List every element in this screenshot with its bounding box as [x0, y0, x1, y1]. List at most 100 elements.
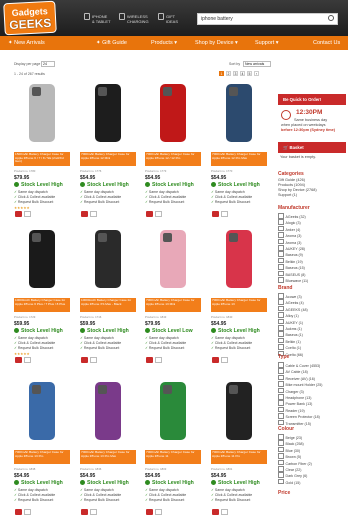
quantity-input[interactable]	[90, 211, 97, 217]
quantity-input[interactable]	[24, 357, 31, 363]
feature-bulk-discount[interactable]: Request Bulk Discount	[145, 200, 184, 204]
page-5[interactable]: 5	[247, 71, 252, 76]
product-title[interactable]: 7000mAh Battery Charger Case for Apple i…	[14, 450, 70, 464]
add-to-cart-button[interactable]	[146, 357, 153, 363]
product-card[interactable]: 10000mAh Battery Charger Case for Apple …	[79, 228, 137, 366]
type-filter[interactable]: Screen Protector (18)	[278, 413, 320, 419]
product-title[interactable]: 7000mAh Battery Charger Case for Apple i…	[80, 152, 136, 166]
type-filter[interactable]: Power Bank (13)	[278, 400, 313, 406]
quantity-input[interactable]	[155, 211, 162, 217]
display-per-page-select[interactable]: 24	[41, 61, 55, 67]
type-filter[interactable]: Transmitter (15)	[278, 420, 311, 426]
product-card[interactable]: 1500mAh Battery Charger Case for Apple i…	[13, 82, 71, 220]
manufacturer-filter[interactable]: AUKEY (28)	[278, 245, 306, 251]
feature-bulk-discount[interactable]: Request Bulk Discount	[211, 498, 250, 502]
product-image[interactable]	[214, 228, 264, 294]
gift-ideas-link[interactable]: GIFT IDEAS	[158, 13, 178, 24]
product-image[interactable]	[83, 380, 133, 446]
colour-filter[interactable]: Carbon Fiber (2)	[278, 460, 312, 466]
product-image[interactable]	[148, 82, 198, 148]
manufacturer-filter[interactable]: Anker (4)	[278, 226, 301, 232]
brand-filter[interactable]: Belkin (1)	[278, 338, 301, 344]
product-card[interactable]: 10000mAh Battery Charger Case for Apple …	[13, 228, 71, 366]
manufacturer-filter[interactable]: Belkin (19)	[278, 258, 303, 264]
add-to-cart-button[interactable]	[15, 211, 22, 217]
product-card[interactable]: 7000mAh Battery Charger Case for Apple i…	[13, 380, 71, 518]
page-4[interactable]: 4	[240, 71, 245, 76]
feature-bulk-discount[interactable]: Request Bulk Discount	[145, 346, 184, 350]
nav-new-arrivals[interactable]: ✦ New Arrivals	[8, 36, 45, 50]
product-title[interactable]: 7000mAh Battery Charger Case for Apple i…	[145, 450, 201, 464]
product-image[interactable]	[17, 228, 67, 294]
colour-filter[interactable]: Blue (30)	[278, 447, 301, 453]
product-title[interactable]: 10000mAh Battery Charger Case for Apple …	[14, 298, 70, 312]
product-card[interactable]: 7000mAh Battery Charger Case for Apple i…	[210, 228, 268, 366]
type-filter[interactable]: Charger (3)	[278, 388, 304, 394]
feature-bulk-discount[interactable]: Request Bulk Discount	[80, 200, 119, 204]
product-title[interactable]: 7000mAh Battery Charger Case for Apple i…	[145, 298, 201, 312]
type-filter[interactable]: Reader (19)	[278, 407, 305, 413]
product-card[interactable]: 7000mAh Battery Charger Case for Apple i…	[144, 82, 202, 220]
add-to-cart-button[interactable]	[212, 357, 219, 363]
product-title[interactable]: 7000mAh Battery Charger Case for Apple i…	[211, 298, 267, 312]
type-filter[interactable]: AV Cable (18)	[278, 368, 308, 374]
product-card[interactable]: 7000mAh Battery Charger Case for Apple i…	[210, 82, 268, 220]
quantity-input[interactable]	[221, 211, 228, 217]
type-filter[interactable]: Headphone (13)	[278, 394, 312, 400]
add-to-cart-button[interactable]	[212, 509, 219, 515]
product-title[interactable]: 7000mAh Battery Charger Case for Apple i…	[145, 152, 201, 166]
product-card[interactable]: 7000mAh Battery Charger Case for Apple i…	[144, 380, 202, 518]
add-to-cart-button[interactable]	[81, 357, 88, 363]
site-logo[interactable]: Gadgets GEEKS	[3, 0, 57, 36]
product-image[interactable]	[214, 380, 264, 446]
page-2[interactable]: 2	[226, 71, 231, 76]
add-to-cart-button[interactable]	[81, 509, 88, 515]
add-to-cart-button[interactable]	[212, 211, 219, 217]
product-title[interactable]: 7000mAh Battery Charger Case for Apple i…	[211, 152, 267, 166]
product-title[interactable]: 7000mAh Battery Charger Case for Apple i…	[211, 450, 267, 464]
quantity-input[interactable]	[155, 357, 162, 363]
brand-filter[interactable]: AGeeks (4)	[278, 299, 304, 305]
product-title[interactable]: 10000mAh Battery Charger Case for Apple …	[80, 298, 136, 312]
product-image[interactable]	[148, 228, 198, 294]
manufacturer-filter[interactable]: Baseus (15)	[278, 264, 305, 270]
add-to-cart-button[interactable]	[146, 211, 153, 217]
manufacturer-filter[interactable]: Bluewave (11)	[278, 277, 309, 283]
category-link[interactable]: Shop by Device (2768)	[278, 188, 317, 192]
brand-filter[interactable]: Baseus (1)	[278, 331, 303, 337]
nav-gift-guide[interactable]: ✦ Gift Guide	[96, 36, 127, 50]
basket-button[interactable]: 🛒 Basket	[278, 142, 346, 153]
category-link[interactable]: Support (1)	[278, 193, 297, 197]
add-to-cart-button[interactable]	[15, 509, 22, 515]
next-page-button[interactable]: ›	[254, 71, 259, 76]
product-image[interactable]	[214, 82, 264, 148]
feature-bulk-discount[interactable]: Request Bulk Discount	[145, 498, 184, 502]
quantity-input[interactable]	[221, 509, 228, 515]
quantity-input[interactable]	[24, 509, 31, 515]
brand-filter[interactable]: Alloy (1)	[278, 312, 299, 318]
nav-contact-us[interactable]: Contact Us	[313, 36, 340, 50]
feature-bulk-discount[interactable]: Request Bulk Discount	[14, 200, 53, 204]
brand-filter[interactable]: Ccelto (1)	[278, 344, 302, 350]
feature-bulk-discount[interactable]: Request Bulk Discount	[211, 346, 250, 350]
nav-shop-by-device[interactable]: Shop by Device ▾	[195, 36, 238, 50]
manufacturer-filter[interactable]: Aroma (3)	[278, 239, 302, 245]
category-link[interactable]: Gift Guide (426)	[278, 178, 305, 182]
iphone-tablet-link[interactable]: IPHONE & TABLET	[84, 13, 111, 24]
feature-bulk-discount[interactable]: Request Bulk Discount	[211, 200, 250, 204]
colour-filter[interactable]: Gold (15)	[278, 479, 301, 485]
product-card[interactable]: 7000mAh Battery Charger Case for Apple i…	[210, 380, 268, 518]
page-3[interactable]: 3	[233, 71, 238, 76]
add-to-cart-button[interactable]	[15, 357, 22, 363]
product-image[interactable]	[83, 82, 133, 148]
manufacturer-filter[interactable]: Baseus (9)	[278, 251, 303, 257]
feature-bulk-discount[interactable]: Request Bulk Discount	[14, 346, 53, 350]
wireless-charging-link[interactable]: WIRELESS CHARGING	[119, 13, 149, 24]
colour-filter[interactable]: Black (258)	[278, 440, 304, 446]
brand-filter[interactable]: AUKEY (1)	[278, 319, 304, 325]
product-card[interactable]: 7000mAh Battery Charger Case for Apple i…	[79, 82, 137, 220]
quick-order-button[interactable]: Be Quick to Order!	[278, 94, 346, 105]
product-image[interactable]	[17, 82, 67, 148]
add-to-cart-button[interactable]	[81, 211, 88, 217]
type-filter[interactable]: Cable & Cover (4553)	[278, 362, 321, 368]
